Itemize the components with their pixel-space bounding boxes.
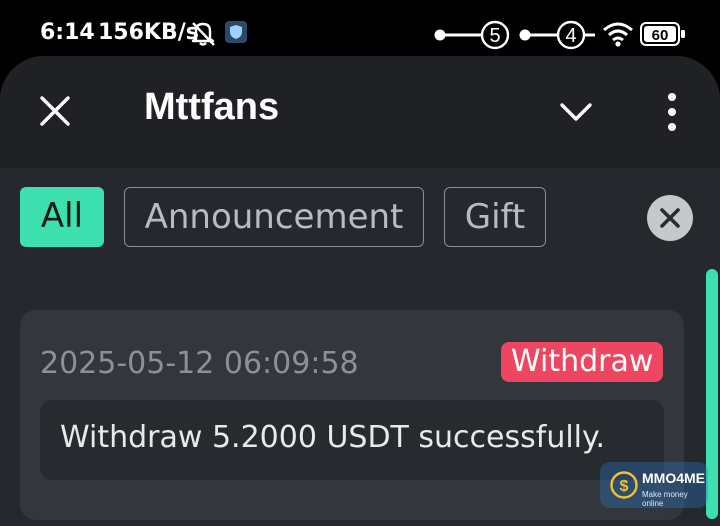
message-text: Withdraw 5.2000 USDT successfully. [60, 420, 606, 455]
tab-gift[interactable]: Gift [444, 187, 546, 247]
tab-announcement[interactable]: Announcement [124, 187, 424, 247]
close-circle-icon[interactable] [647, 195, 693, 241]
page-title: Mttfans [144, 86, 280, 128]
sim-icon: 4 [519, 20, 595, 50]
watermark-name: MMO4ME [642, 470, 705, 486]
status-time: 6:14 [40, 20, 95, 45]
more-vertical-icon[interactable] [662, 92, 682, 132]
chevron-down-icon[interactable] [558, 98, 594, 124]
watermark-logo: $ MMO4ME Make money online [600, 462, 708, 508]
notification-sheet: Mttfans All Announcement Gift 2025-05-12… [0, 56, 720, 526]
message-card[interactable]: 2025-05-12 06:09:58 Withdraw Withdraw 5.… [20, 310, 684, 520]
status-network-speed: 156KB/s [98, 20, 199, 45]
sim-icon: 5 [434, 20, 510, 50]
sheet-header: Mttfans [0, 56, 720, 168]
battery-icon: 60 [640, 22, 685, 46]
tab-all[interactable]: All [20, 187, 104, 247]
bell-off-icon [191, 22, 215, 46]
sim1-label: 5 [489, 25, 500, 47]
message-body: Withdraw 5.2000 USDT successfully. [40, 400, 664, 480]
dollar-coin-icon: $ [610, 471, 638, 499]
sim2-label: 4 [565, 25, 576, 47]
close-icon[interactable] [38, 94, 72, 128]
svg-text:$: $ [620, 478, 629, 495]
battery-level: 60 [652, 27, 669, 44]
shield-icon [225, 21, 247, 43]
status-badge: Withdraw [501, 342, 664, 382]
watermark-tagline: Make money online [642, 490, 688, 508]
wifi-icon [603, 22, 633, 47]
message-timestamp: 2025-05-12 06:09:58 [40, 346, 359, 381]
